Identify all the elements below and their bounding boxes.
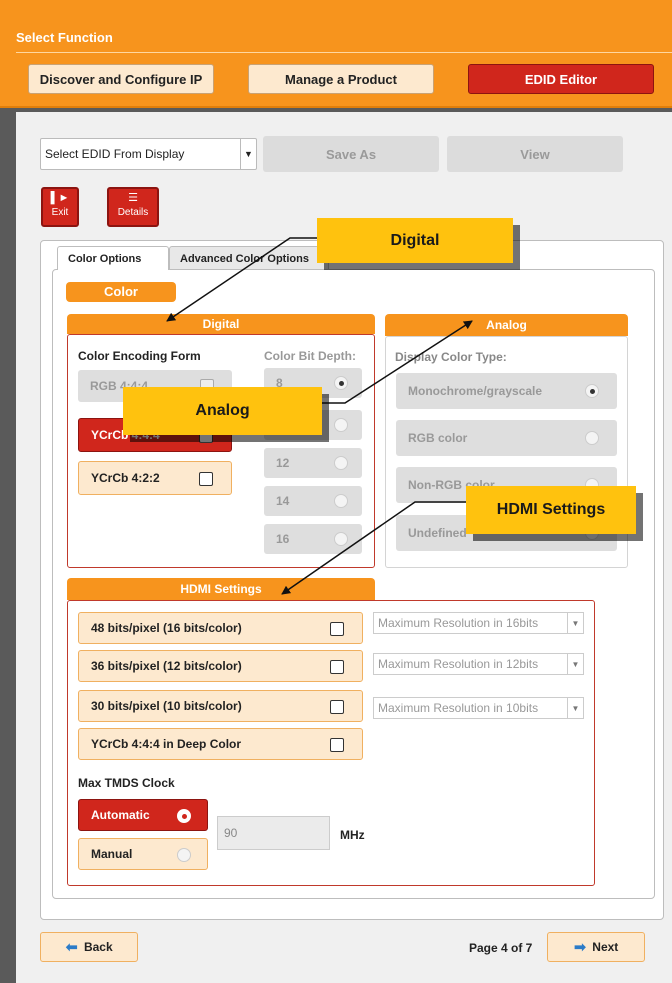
analog-callout: Analog [123,387,322,435]
tab-color-options[interactable]: Color Options [57,246,169,270]
hdmi-settings-callout: HDMI Settings [466,486,636,534]
digital-callout-arrow [166,237,318,322]
hdmi-callout-arrow [281,501,467,595]
digital-callout: Digital [317,218,513,263]
analog-callout-arrow [322,320,473,404]
